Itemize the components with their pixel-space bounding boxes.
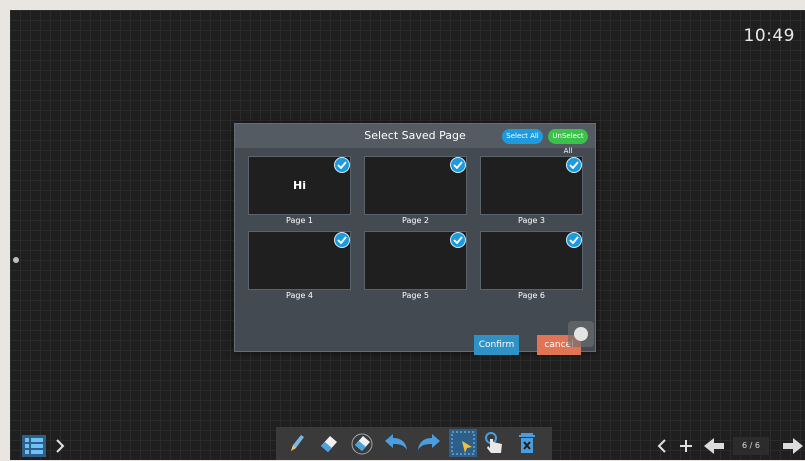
dialog-header: Select Saved Page Select All UnSelect Al… bbox=[235, 124, 595, 155]
hand-icon[interactable] bbox=[482, 431, 506, 455]
page-label-2: Page 2 bbox=[402, 216, 429, 225]
unselect-all-button[interactable]: UnSelect All bbox=[548, 129, 588, 155]
checkmark-icon[interactable] bbox=[334, 232, 350, 248]
area-eraser-icon[interactable] bbox=[350, 431, 374, 455]
whiteboard-canvas[interactable]: 10:49 Select Saved Page Select All UnSel… bbox=[10, 10, 805, 460]
page-label-6: Page 6 bbox=[518, 291, 545, 300]
page-label-3: Page 3 bbox=[518, 216, 545, 225]
checkmark-icon[interactable] bbox=[566, 157, 582, 173]
floating-touch-button[interactable] bbox=[568, 321, 594, 347]
clock: 10:49 bbox=[743, 26, 795, 46]
back-arrow-icon[interactable] bbox=[702, 435, 726, 459]
page-label-1: Page 1 bbox=[286, 216, 313, 225]
drawing-toolbar bbox=[276, 427, 552, 460]
bottom-left-toolbar bbox=[22, 433, 68, 460]
undo-icon[interactable] bbox=[383, 431, 407, 455]
chevron-right-icon[interactable] bbox=[52, 435, 76, 459]
select-all-button[interactable]: Select All bbox=[502, 129, 543, 144]
touch-dot-icon bbox=[574, 327, 588, 341]
redo-icon[interactable] bbox=[416, 431, 440, 455]
prev-page-icon[interactable] bbox=[652, 435, 676, 459]
forward-arrow-icon[interactable] bbox=[781, 435, 805, 459]
page-label-5: Page 5 bbox=[402, 291, 429, 300]
checkmark-icon[interactable] bbox=[334, 157, 350, 173]
trash-icon[interactable] bbox=[515, 431, 539, 455]
checkmark-icon[interactable] bbox=[450, 157, 466, 173]
select-saved-page-dialog: Select Saved Page Select All UnSelect Al… bbox=[234, 123, 596, 355]
checkmark-icon[interactable] bbox=[566, 232, 582, 248]
add-page-icon[interactable] bbox=[676, 435, 700, 459]
pen-icon[interactable] bbox=[284, 431, 308, 455]
checkmark-icon[interactable] bbox=[450, 232, 466, 248]
page-indicator: 6 / 6 bbox=[733, 437, 769, 455]
page-navigation: 6 / 6 bbox=[652, 433, 805, 460]
confirm-button[interactable]: Confirm bbox=[474, 335, 519, 355]
eraser-icon[interactable] bbox=[317, 431, 341, 455]
thumbnail-content: Hi bbox=[293, 179, 306, 192]
menu-grid-icon[interactable] bbox=[22, 435, 46, 459]
select-icon[interactable] bbox=[449, 429, 477, 457]
page-label-4: Page 4 bbox=[286, 291, 313, 300]
side-handle[interactable] bbox=[13, 257, 19, 263]
